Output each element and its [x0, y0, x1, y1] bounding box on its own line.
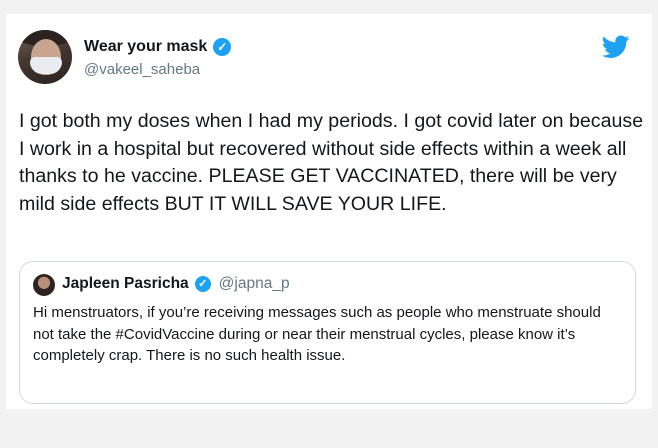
tweet-card: Wear your mask ✓ @vakeel_saheba I got bo… — [6, 14, 652, 409]
quoted-author-row: Japleen Pasricha ✓ @japna_p — [62, 275, 290, 293]
author-handle[interactable]: @vakeel_saheba — [84, 61, 200, 78]
quoted-author-handle[interactable]: @japna_p — [219, 275, 290, 293]
verified-check-icon: ✓ — [194, 276, 211, 292]
quoted-tweet[interactable]: Japleen Pasricha ✓ @japna_p Hi menstruat… — [19, 261, 636, 404]
author-name-row: Wear your mask ✓ — [84, 38, 232, 56]
author-display-name[interactable]: Wear your mask — [84, 38, 207, 56]
verified-check-icon: ✓ — [213, 38, 232, 56]
quoted-author-display-name[interactable]: Japleen Pasricha — [62, 275, 189, 293]
twitter-bird-icon[interactable] — [602, 35, 630, 59]
quoted-author-avatar[interactable] — [33, 274, 55, 296]
tweet-text: I got both my doses when I had my period… — [19, 110, 644, 215]
quoted-tweet-text: Hi menstruators, if you’re receiving mes… — [33, 304, 601, 364]
author-avatar[interactable] — [18, 30, 72, 84]
